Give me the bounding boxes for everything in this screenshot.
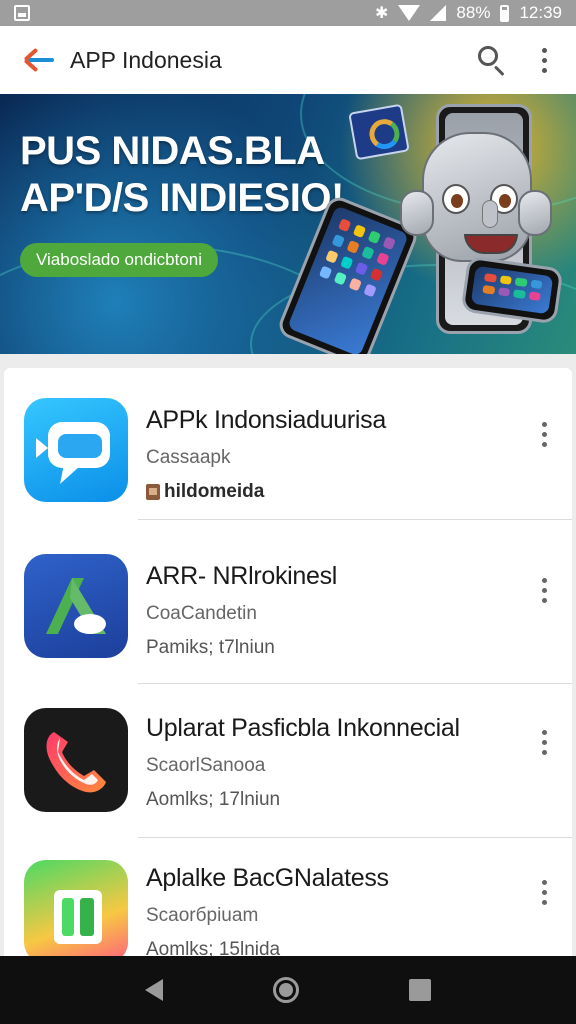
back-arrow-icon[interactable]	[20, 40, 60, 80]
app-bar-actions	[474, 42, 556, 78]
list-item[interactable]: Uplarat Pasficbla Inkonnecial ScaorlSano…	[4, 688, 572, 838]
app-developer: CoaCandetin	[146, 603, 257, 624]
more-vert-icon[interactable]	[532, 570, 556, 610]
image-notification-icon	[14, 5, 30, 21]
banner-headline: PUS NIDAS.BLA AP'D/S INDIESIO!	[20, 128, 344, 222]
divider	[138, 519, 572, 520]
list-item[interactable]: APPk Indonsiaduurisa Cassaapk hildomeida	[4, 368, 572, 520]
store-icon	[146, 484, 160, 500]
app-list: APPk Indonsiaduurisa Cassaapk hildomeida…	[4, 368, 572, 968]
banner-cta-button[interactable]: Viaboslado ondicbtoni	[20, 243, 219, 277]
wifi-icon	[398, 5, 421, 21]
app-developer: Cassaapk	[146, 447, 231, 468]
status-bar: ✱ 88% 12:39	[0, 0, 576, 26]
system-nav-bar	[0, 956, 576, 1024]
promo-banner[interactable]: PUS NIDAS.BLA AP'D/S INDIESIO! Viaboslad…	[0, 94, 576, 354]
nav-recents-icon[interactable]	[409, 979, 431, 1001]
battery-icon	[500, 4, 510, 22]
app-title: Uplarat Pasficbla Inkonnecial	[146, 714, 460, 742]
more-vert-icon[interactable]	[532, 414, 556, 454]
app-developer: Scaorбpiuam	[146, 905, 259, 926]
banner-headline-line2: AP'D/S INDIESIO!	[20, 176, 344, 221]
more-vert-icon[interactable]	[532, 872, 556, 912]
app-meta: Pamiks; t7lniun	[146, 637, 275, 658]
nav-home-icon[interactable]	[273, 977, 299, 1003]
divider	[138, 683, 572, 684]
battery-percent: 88%	[456, 3, 491, 22]
door-app-icon	[24, 860, 128, 964]
mascot-illustration	[400, 104, 564, 352]
search-icon[interactable]	[474, 42, 510, 78]
banner-headline-line1: PUS NIDAS.BLA	[20, 129, 325, 173]
phone-app-icon	[24, 708, 128, 812]
bluetooth-icon: ✱	[375, 5, 389, 22]
more-vert-icon[interactable]	[532, 722, 556, 762]
page-title: APP Indonesia	[70, 46, 222, 73]
status-icons: ✱ 88% 12:39	[375, 3, 562, 23]
app-bar: APP Indonesia	[0, 26, 576, 94]
app-developer: ScaorlSanooa	[146, 755, 266, 776]
divider	[138, 837, 572, 838]
app-meta-text: hildomeida	[164, 481, 265, 502]
app-meta: Aomlks; 17lniun	[146, 789, 281, 810]
app-meta: hildomeida	[146, 481, 386, 503]
list-item[interactable]: ARR- NRlrokinesl CoaCandetin Pamiks; t7l…	[4, 534, 572, 684]
signal-icon	[430, 5, 447, 21]
more-vert-icon[interactable]	[532, 42, 556, 78]
app-title: APPk Indonsiaduurisa	[146, 406, 386, 434]
nav-back-icon[interactable]	[145, 979, 163, 1001]
app-title: Aplalke BacGNalatess	[146, 864, 389, 892]
letter-a-app-icon	[24, 554, 128, 658]
chat-bubble-app-icon	[24, 398, 128, 502]
clock: 12:39	[519, 3, 562, 22]
list-item[interactable]: Aplalke BacGNalatess Scaorбpiuam Aomlks;…	[4, 842, 572, 968]
app-title: ARR- NRlrokinesl	[146, 562, 338, 590]
